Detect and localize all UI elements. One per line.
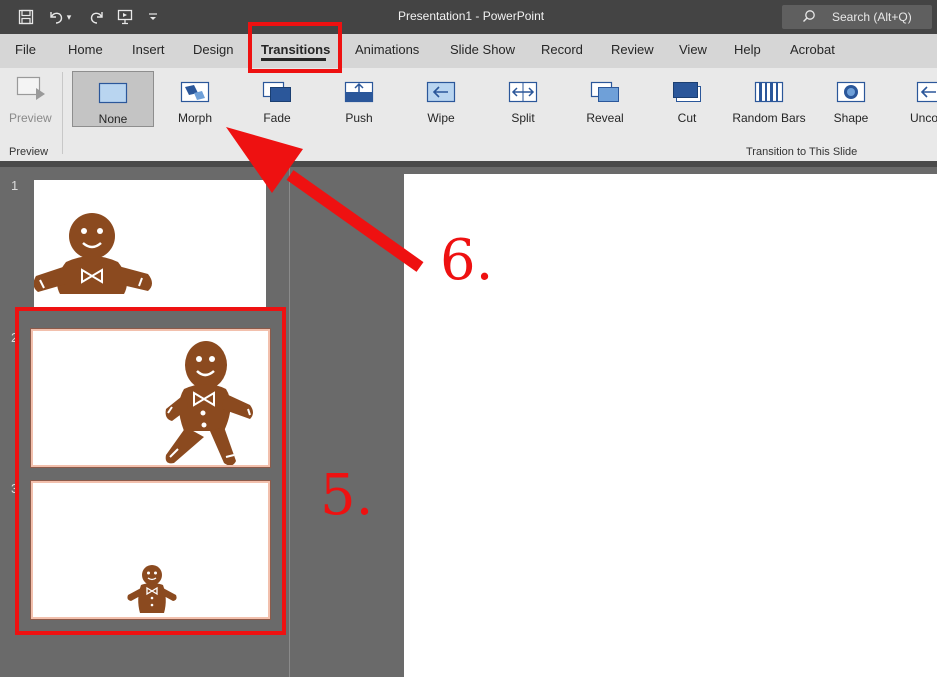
- step-6-label: 6.: [440, 228, 494, 293]
- annotation-arrow: [226, 127, 424, 272]
- step-5-label: 5.: [320, 463, 374, 528]
